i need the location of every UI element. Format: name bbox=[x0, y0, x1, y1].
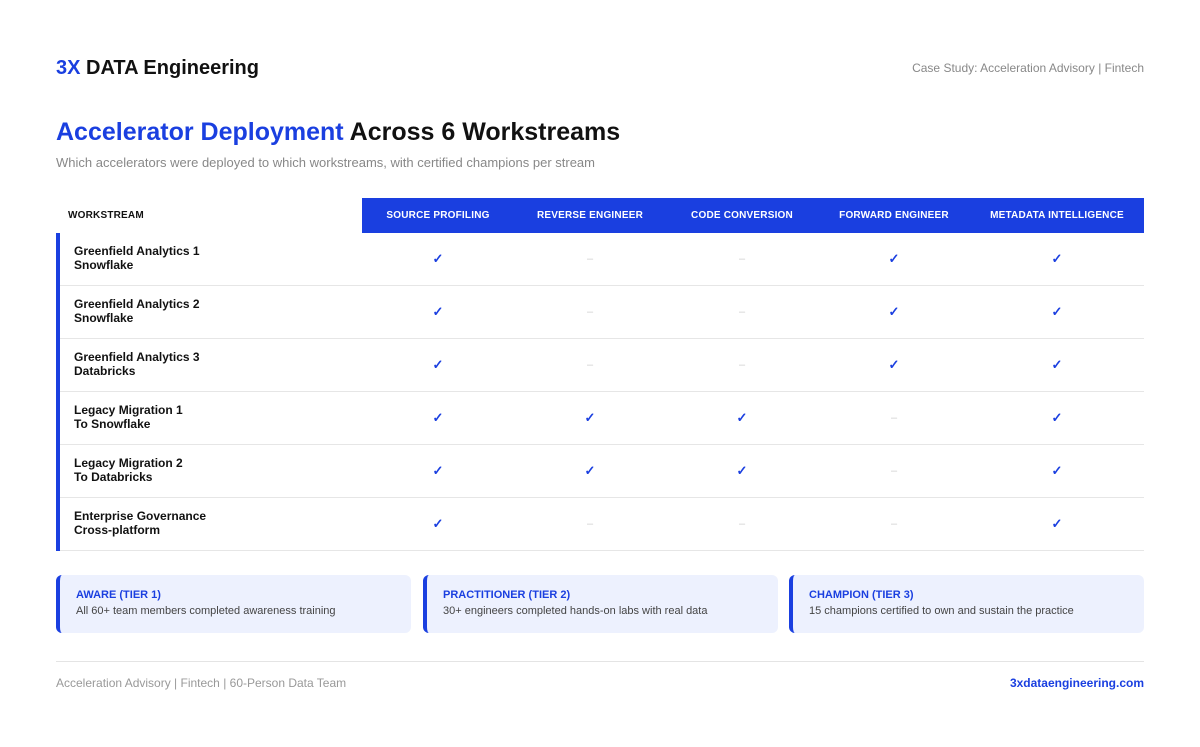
workstream-platform: Snowflake bbox=[74, 311, 134, 325]
workstream-row: Legacy Migration 2 To Databricks ✓ ✓ ✓ – ✓ bbox=[60, 445, 1144, 498]
accelerator-header-bar: SOURCE PROFILING REVERSE ENGINEER CODE CON… bbox=[362, 198, 1144, 233]
tier-card: AWARE (TIER 1) All 60+ team members compl… bbox=[56, 575, 411, 633]
workstream-platform: Databricks bbox=[74, 364, 136, 378]
check-icon: ✓ bbox=[736, 463, 748, 478]
brand-logo-accent: 3X bbox=[56, 57, 81, 79]
dash-icon: – bbox=[586, 518, 594, 530]
check-icon: ✓ bbox=[736, 410, 748, 425]
check-icon: ✓ bbox=[432, 516, 444, 531]
workstream-platform: Cross-platform bbox=[74, 523, 161, 537]
tier-description: 15 champions certified to own and sustai… bbox=[809, 605, 1074, 617]
check-icon: ✓ bbox=[1051, 410, 1063, 425]
check-icon: ✓ bbox=[888, 251, 900, 266]
workstream-name: Greenfield Analytics 3 Databricks bbox=[74, 350, 200, 378]
certification-tiers: AWARE (TIER 1) All 60+ team members compl… bbox=[56, 575, 1144, 633]
dash-icon: – bbox=[586, 253, 594, 265]
brand-logo-text: DATA Engineering bbox=[86, 57, 259, 79]
dash-icon: – bbox=[738, 253, 746, 265]
column-header-code-conversion: CODE CONVERSION bbox=[691, 210, 793, 221]
workstream-platform: To Databricks bbox=[74, 470, 153, 484]
column-header-metadata-intelligence: METADATA INTELLIGENCE bbox=[990, 210, 1124, 221]
column-header-forward-engineer: FORWARD ENGINEER bbox=[839, 210, 949, 221]
check-icon: ✓ bbox=[432, 357, 444, 372]
page-header: 3X DATA Engineering Case Study: Accelera… bbox=[56, 54, 1144, 82]
column-header-reverse-engineer: REVERSE ENGINEER bbox=[536, 210, 643, 221]
check-icon: ✓ bbox=[1051, 304, 1063, 319]
page-subtitle: Which accelerators were deployed to whic… bbox=[56, 155, 595, 170]
check-icon: ✓ bbox=[1051, 463, 1063, 478]
dash-icon: – bbox=[738, 306, 746, 318]
footer-divider bbox=[56, 661, 1144, 662]
workstream-column-header: WORKSTREAM bbox=[68, 210, 144, 221]
case-study-label: Case Study: Acceleration Advisory | Fint… bbox=[912, 61, 1144, 75]
workstream-platform: Snowflake bbox=[74, 258, 134, 272]
workstream-row: Greenfield Analytics 1 Snowflake ✓ – – ✓ ✓ bbox=[60, 233, 1144, 286]
dash-icon: – bbox=[738, 518, 746, 530]
footer-text: Acceleration Advisory | Fintech | 60-Per… bbox=[56, 676, 347, 690]
check-icon: ✓ bbox=[888, 357, 900, 372]
matrix-header-row: WORKSTREAM SOURCE PROFILING REVERSE ENGIN… bbox=[56, 198, 1144, 233]
workstream-name: Greenfield Analytics 2 Snowflake bbox=[74, 297, 200, 325]
dash-icon: – bbox=[890, 412, 898, 424]
check-icon: ✓ bbox=[432, 304, 444, 319]
tier-description: All 60+ team members completed awareness… bbox=[76, 605, 336, 617]
workstream-platform: To Snowflake bbox=[74, 417, 151, 431]
workstream-name: Greenfield Analytics 1 Snowflake bbox=[74, 244, 200, 272]
workstream-title: Legacy Migration 2 bbox=[74, 456, 183, 470]
tier-title: AWARE (TIER 1) bbox=[76, 589, 161, 601]
check-icon: ✓ bbox=[1051, 516, 1063, 531]
brand-logo[interactable]: 3X DATA Engineering bbox=[56, 54, 259, 82]
page-title: Accelerator Deployment Across 6 Workstre… bbox=[56, 116, 620, 148]
matrix-body: Greenfield Analytics 1 Snowflake ✓ – – ✓ ✓ Gree… bbox=[56, 233, 1144, 551]
workstream-title: Greenfield Analytics 3 bbox=[74, 350, 200, 364]
workstream-row: Enterprise Governance Cross-platform ✓ – – – ✓ bbox=[60, 498, 1144, 551]
workstream-title: Greenfield Analytics 2 bbox=[74, 297, 200, 311]
check-icon: ✓ bbox=[888, 304, 900, 319]
dash-icon: – bbox=[890, 465, 898, 477]
page-title-rest: Across 6 Workstreams bbox=[349, 118, 621, 146]
deployment-matrix: WORKSTREAM SOURCE PROFILING REVERSE ENGIN… bbox=[56, 198, 1144, 551]
check-icon: ✓ bbox=[1051, 251, 1063, 266]
dash-icon: – bbox=[586, 306, 594, 318]
dash-icon: – bbox=[586, 359, 594, 371]
workstream-row: Greenfield Analytics 2 Snowflake ✓ – – ✓ ✓ bbox=[60, 286, 1144, 339]
check-icon: ✓ bbox=[432, 463, 444, 478]
check-icon: ✓ bbox=[584, 410, 596, 425]
workstream-title: Legacy Migration 1 bbox=[74, 403, 183, 417]
workstream-row: Legacy Migration 1 To Snowflake ✓ ✓ ✓ – ✓ bbox=[60, 392, 1144, 445]
workstream-row: Greenfield Analytics 3 Databricks ✓ – – ✓ ✓ bbox=[60, 339, 1144, 392]
page-title-accent: Accelerator Deployment bbox=[56, 118, 344, 146]
dash-icon: – bbox=[890, 518, 898, 530]
tier-card: PRACTITIONER (TIER 2) 30+ engineers compl… bbox=[423, 575, 778, 633]
footer-website-link[interactable]: 3xdataengineering.com bbox=[1010, 676, 1144, 690]
workstream-name: Legacy Migration 2 To Databricks bbox=[74, 456, 183, 484]
column-header-source-profiling: SOURCE PROFILING bbox=[386, 210, 490, 221]
workstream-title: Enterprise Governance bbox=[74, 509, 207, 523]
tier-title: CHAMPION (TIER 3) bbox=[809, 589, 914, 601]
check-icon: ✓ bbox=[1051, 357, 1063, 372]
tier-card: CHAMPION (TIER 3) 15 champions certified … bbox=[789, 575, 1144, 633]
dash-icon: – bbox=[738, 359, 746, 371]
check-icon: ✓ bbox=[432, 251, 444, 266]
workstream-title: Greenfield Analytics 1 bbox=[74, 244, 200, 258]
workstream-name: Legacy Migration 1 To Snowflake bbox=[74, 403, 183, 431]
check-icon: ✓ bbox=[432, 410, 444, 425]
tier-title: PRACTITIONER (TIER 2) bbox=[443, 589, 571, 601]
workstream-name: Enterprise Governance Cross-platform bbox=[74, 509, 206, 537]
tier-description: 30+ engineers completed hands-on labs wi… bbox=[443, 605, 708, 617]
check-icon: ✓ bbox=[584, 463, 596, 478]
